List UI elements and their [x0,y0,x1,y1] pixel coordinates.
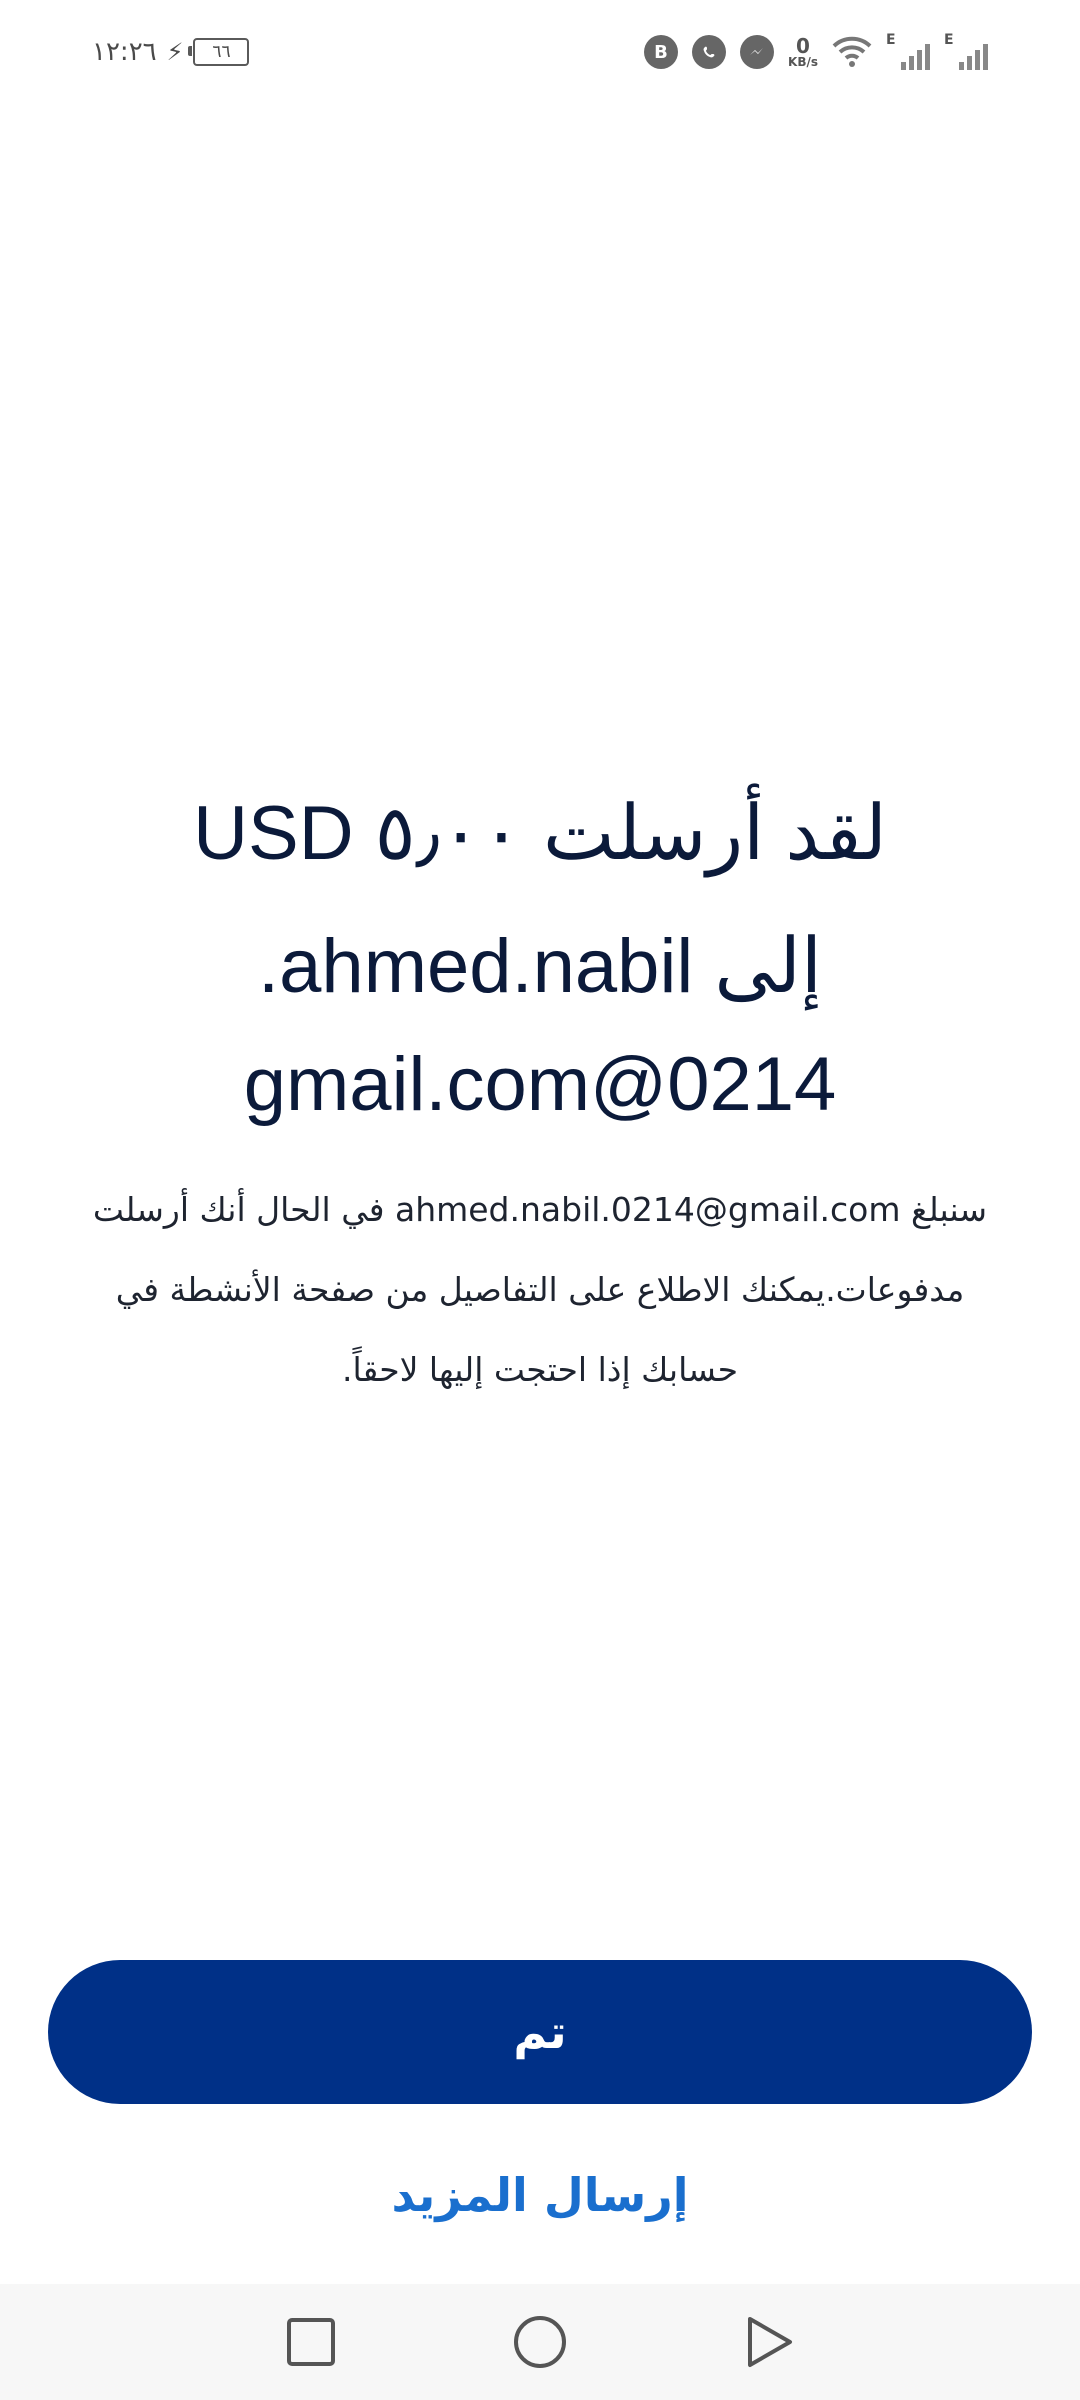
network-type-label: E [886,32,896,48]
status-time: ١٢:٢٦ [92,37,157,67]
navigation-bar [0,2284,1080,2400]
send-more-link[interactable]: إرسال المزيد [0,2150,1080,2240]
confirmation-headline: لقد أرسلت ٥٫٠٠ USD إلى ahmed.nabil. 0214… [60,760,1020,1144]
data-speed-value: 0 [796,34,810,58]
triangle-back-icon [748,2317,792,2367]
battery-level: ٦٦ [212,42,231,62]
confirmation-message: سنبلغ ahmed.nabil.0214@gmail.com في الحا… [92,1190,988,1389]
battery-icon: ٦٦ [188,38,250,66]
status-left: ١٢:٢٦ ⚡ ٦٦ [92,30,250,74]
data-speed: 0 KB/s [788,36,818,68]
messenger-icon [740,35,775,69]
circle-icon [514,2316,566,2368]
wifi-icon [832,36,872,68]
signal-icon: E [944,32,988,72]
whatsapp-icon [692,35,727,69]
done-button[interactable]: تم [48,1960,1032,2104]
status-bar: ١٢:٢٦ ⚡ ٦٦ B 0 KB/s E E [0,0,1080,104]
charging-icon: ⚡ [166,38,184,66]
data-speed-unit: KB/s [788,55,818,69]
home-button[interactable] [510,2312,570,2372]
headline-recipient: إلى ahmed.nabil. [258,924,822,1009]
headline-recipient-continued: 0214@gmail.com [243,1042,837,1127]
confirmation-content: لقد أرسلت ٥٫٠٠ USD إلى ahmed.nabil. 0214… [60,760,1020,1410]
signal-icon: E [886,32,930,72]
bbm-icon: B [644,35,679,69]
headline-amount: لقد أرسلت ٥٫٠٠ USD [193,791,887,876]
status-right: B 0 KB/s E E [644,28,988,76]
recent-apps-button[interactable] [281,2312,341,2372]
network-type-label: E [944,32,954,48]
back-button[interactable] [739,2312,799,2372]
square-icon [287,2318,335,2366]
